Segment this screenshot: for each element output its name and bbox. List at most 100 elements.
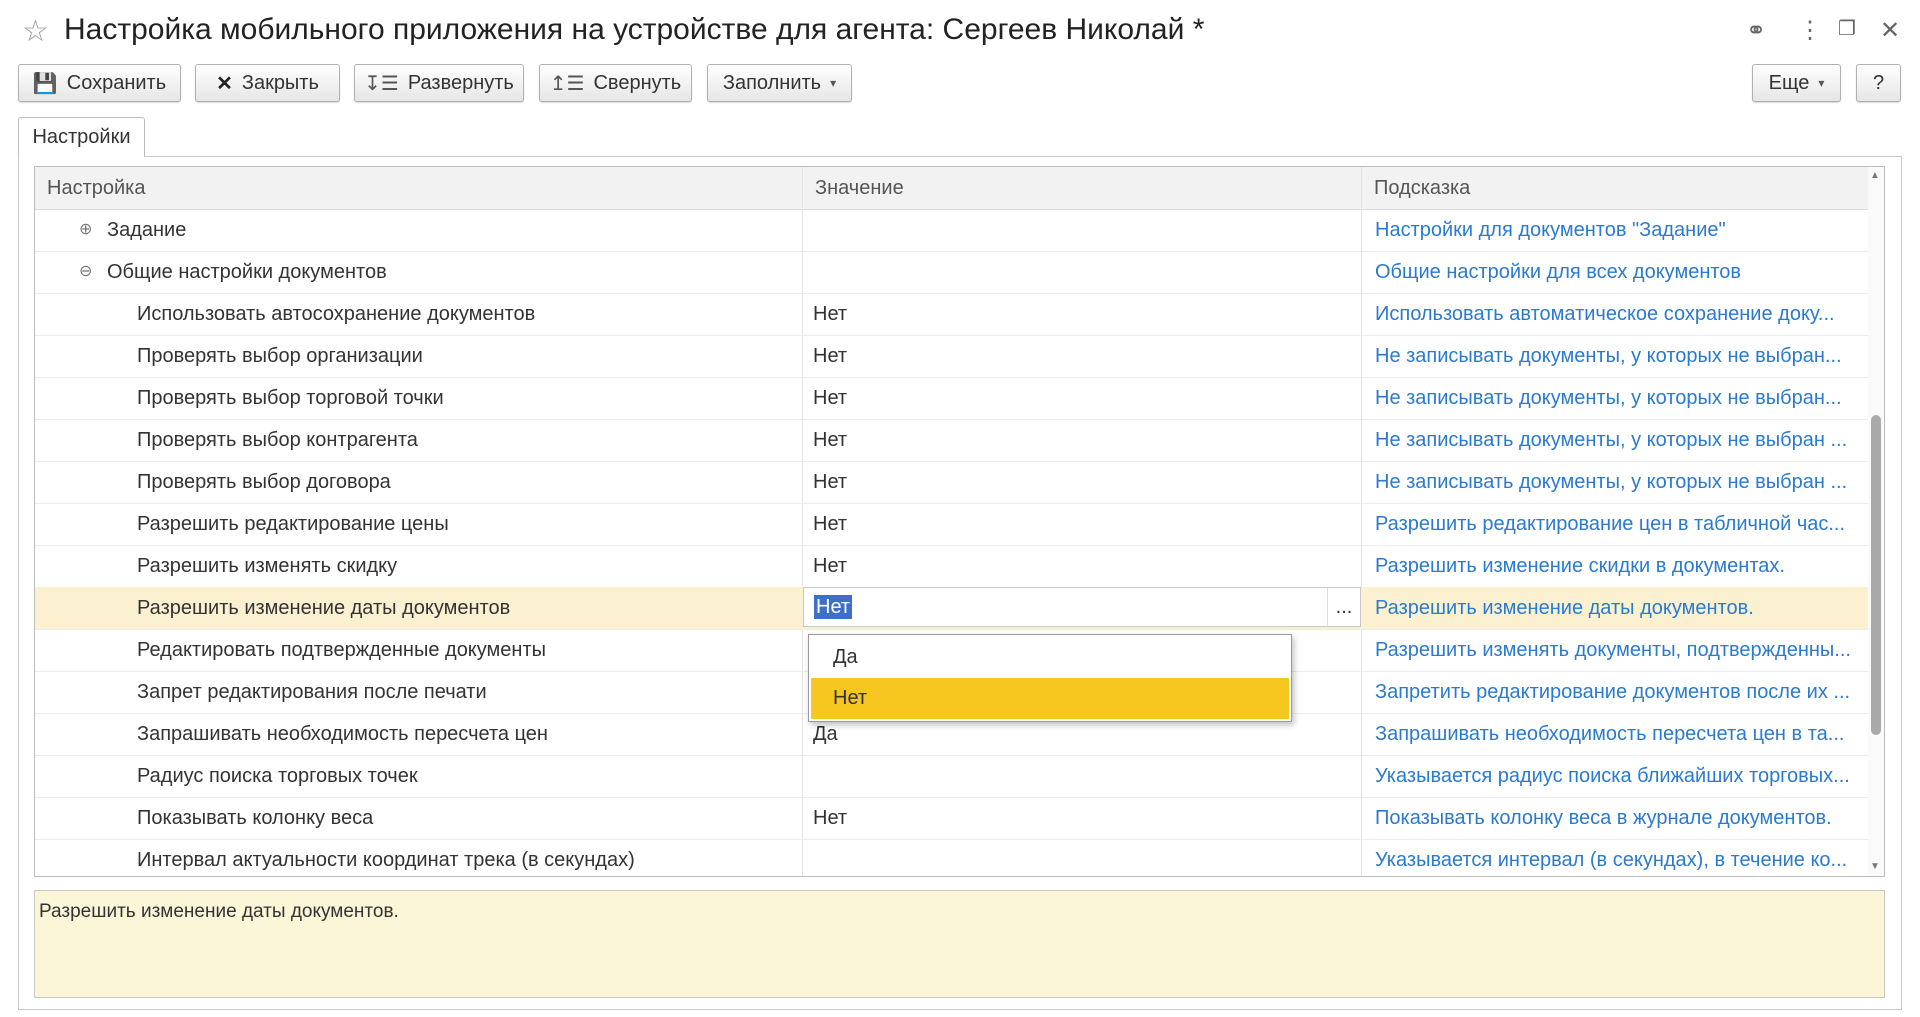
table-row[interactable]: Разрешить изменение даты документов Нет..…	[35, 587, 1868, 630]
help-label: ?	[1872, 71, 1885, 94]
setting-value[interactable]: Нет	[813, 461, 1353, 503]
value-editor-text[interactable]: Нет	[814, 595, 853, 619]
setting-value[interactable]: Нет	[813, 797, 1353, 839]
setting-value[interactable]: Нет	[813, 335, 1353, 377]
more-dropdown-button[interactable]: Еще ▾	[1752, 64, 1841, 102]
setting-name: Разрешить изменять скидку	[137, 555, 398, 577]
dropdown-option-yes[interactable]: Да	[811, 637, 1289, 678]
column-header-hint[interactable]: Подсказка	[1362, 167, 1868, 209]
fill-label: Заполнить	[722, 71, 822, 94]
setting-value[interactable]: Нет	[813, 377, 1353, 419]
title-bar: ☆ Настройка мобильного приложения на уст…	[0, 0, 1920, 64]
setting-hint: Настройки для документов "Задание"	[1375, 219, 1726, 241]
table-row[interactable]: Интервал актуальности координат трека (в…	[35, 839, 1868, 876]
collapse-tree-icon: ↥☰	[549, 72, 585, 95]
expand-label: Развернуть	[407, 71, 514, 94]
setting-value[interactable]	[813, 251, 1353, 293]
tab-settings[interactable]: Настройки	[18, 117, 145, 157]
collapse-button[interactable]: ↥☰ Свернуть	[539, 64, 692, 102]
link-icon[interactable]: ⚭	[1746, 16, 1766, 45]
setting-name: Запрет редактирования после печати	[137, 681, 487, 703]
table-row[interactable]: Радиус поиска торговых точек Указывается …	[35, 755, 1868, 798]
setting-value[interactable]	[813, 209, 1353, 251]
setting-value[interactable]: Нет	[813, 419, 1353, 461]
table-row[interactable]: Проверять выбор контрагента Нет Не записыв…	[35, 419, 1868, 462]
select-value-button[interactable]: ...	[1327, 588, 1360, 626]
close-x-icon: ✕	[216, 72, 233, 95]
table-row[interactable]: Использовать автосохранение документов Не…	[35, 293, 1868, 336]
setting-hint: Указывается радиус поиска ближайших торг…	[1375, 765, 1850, 787]
collapse-minus-icon[interactable]: ⊖	[79, 251, 92, 293]
table-row[interactable]: Показывать колонку веса Нет Показывать кол…	[35, 797, 1868, 840]
setting-hint: Использовать автоматическое сохранение д…	[1375, 303, 1835, 325]
setting-hint: Запрашивать необходимость пересчета цен …	[1375, 723, 1845, 745]
column-header-setting[interactable]: Настройка	[35, 167, 803, 209]
hint-panel-text: Разрешить изменение даты документов.	[39, 901, 399, 922]
fill-dropdown-button[interactable]: Заполнить ▾	[707, 64, 852, 102]
setting-value[interactable]: Нет	[813, 503, 1353, 545]
expand-tree-icon: ↧☰	[364, 72, 399, 95]
setting-value[interactable]: Нет	[813, 545, 1353, 587]
scroll-down-arrow-icon[interactable]: ▼	[1870, 861, 1880, 872]
more-label: Еще	[1768, 71, 1810, 94]
help-button[interactable]: ?	[1856, 64, 1901, 102]
restore-window-icon[interactable]: ❐	[1838, 16, 1856, 41]
scroll-up-arrow-icon[interactable]: ▲	[1870, 170, 1880, 181]
setting-value[interactable]	[813, 755, 1353, 797]
setting-hint: Не записывать документы, у которых не вы…	[1375, 345, 1842, 367]
value-editor-field[interactable]: Нет...	[803, 587, 1361, 627]
save-button[interactable]: 💾 Сохранить	[18, 64, 181, 102]
close-button[interactable]: ✕ Закрыть	[195, 64, 340, 102]
setting-hint: Указывается интервал (в секундах), в теч…	[1375, 849, 1848, 871]
setting-hint: Не записывать документы, у которых не вы…	[1375, 429, 1848, 451]
setting-hint: Разрешить изменение даты документов.	[1375, 597, 1754, 619]
table-row[interactable]: Разрешить редактирование цены Нет Разрешит…	[35, 503, 1868, 546]
more-actions-icon[interactable]: ⋮	[1798, 16, 1822, 45]
setting-value[interactable]: Нет	[813, 293, 1353, 335]
setting-name: Использовать автосохранение документов	[137, 303, 536, 325]
setting-hint: Не записывать документы, у которых не вы…	[1375, 471, 1848, 493]
setting-name: Запрашивать необходимость пересчета цен	[137, 723, 548, 745]
setting-name: Проверять выбор контрагента	[137, 429, 418, 451]
collapse-label: Свернуть	[593, 71, 682, 94]
save-label: Сохранить	[66, 71, 167, 94]
toolbar: 💾 Сохранить ✕ Закрыть ↧☰ Развернуть ↥☰ С…	[0, 64, 1920, 104]
table-header: Настройка Значение Подсказка	[35, 167, 1868, 210]
setting-name: Проверять выбор торговой точки	[137, 387, 444, 409]
setting-name: Общие настройки документов	[107, 261, 387, 283]
setting-value[interactable]	[813, 839, 1353, 876]
settings-table: Настройка Значение Подсказка ⊕ Задание Нас…	[34, 166, 1885, 877]
setting-hint: Не записывать документы, у которых не вы…	[1375, 387, 1842, 409]
setting-name: Задание	[107, 219, 187, 241]
favorite-star-icon[interactable]: ☆	[22, 14, 49, 49]
setting-name: Редактировать подтвержденные документы	[137, 639, 547, 661]
table-row[interactable]: Проверять выбор договора Нет Не записывать…	[35, 461, 1868, 504]
floppy-disk-icon: 💾	[32, 72, 58, 95]
dropdown-option-no[interactable]: Нет	[811, 678, 1289, 719]
table-row[interactable]: Проверять выбор организации Нет Не записыв…	[35, 335, 1868, 378]
expand-button[interactable]: ↧☰ Развернуть	[354, 64, 524, 102]
scrollbar-thumb[interactable]	[1871, 415, 1881, 735]
table-row[interactable]: Проверять выбор торговой точки Нет Не запи…	[35, 377, 1868, 420]
setting-hint: Показывать колонку веса в журнале докуме…	[1375, 807, 1832, 829]
vertical-scrollbar[interactable]: ▲ ▼	[1868, 167, 1884, 876]
column-header-value[interactable]: Значение	[803, 167, 1362, 209]
tab-settings-label: Настройки	[32, 126, 131, 148]
setting-name: Радиус поиска торговых точек	[137, 765, 418, 787]
chevron-down-icon: ▾	[830, 76, 837, 90]
setting-name: Интервал актуальности координат трека (в…	[137, 849, 635, 871]
setting-name: Проверять выбор организации	[137, 345, 423, 367]
table-row[interactable]: ⊖ Общие настройки документов Общие настрой…	[35, 251, 1868, 294]
setting-name: Проверять выбор договора	[137, 471, 391, 493]
setting-hint: Разрешить редактирование цен в табличной…	[1375, 513, 1846, 535]
setting-name: Показывать колонку веса	[137, 807, 374, 829]
setting-name: Разрешить редактирование цены	[137, 513, 449, 535]
close-window-icon[interactable]: ✕	[1880, 16, 1900, 45]
hint-panel: Разрешить изменение даты документов.	[34, 890, 1885, 998]
expand-plus-icon[interactable]: ⊕	[79, 209, 92, 251]
table-row[interactable]: Разрешить изменять скидку Нет Разрешить из…	[35, 545, 1868, 588]
close-label: Закрыть	[241, 71, 319, 94]
table-row[interactable]: ⊕ Задание Настройки для документов "Задани…	[35, 209, 1868, 252]
setting-hint: Разрешить изменять документы, подтвержде…	[1375, 639, 1851, 661]
setting-hint: Общие настройки для всех документов	[1375, 261, 1742, 283]
